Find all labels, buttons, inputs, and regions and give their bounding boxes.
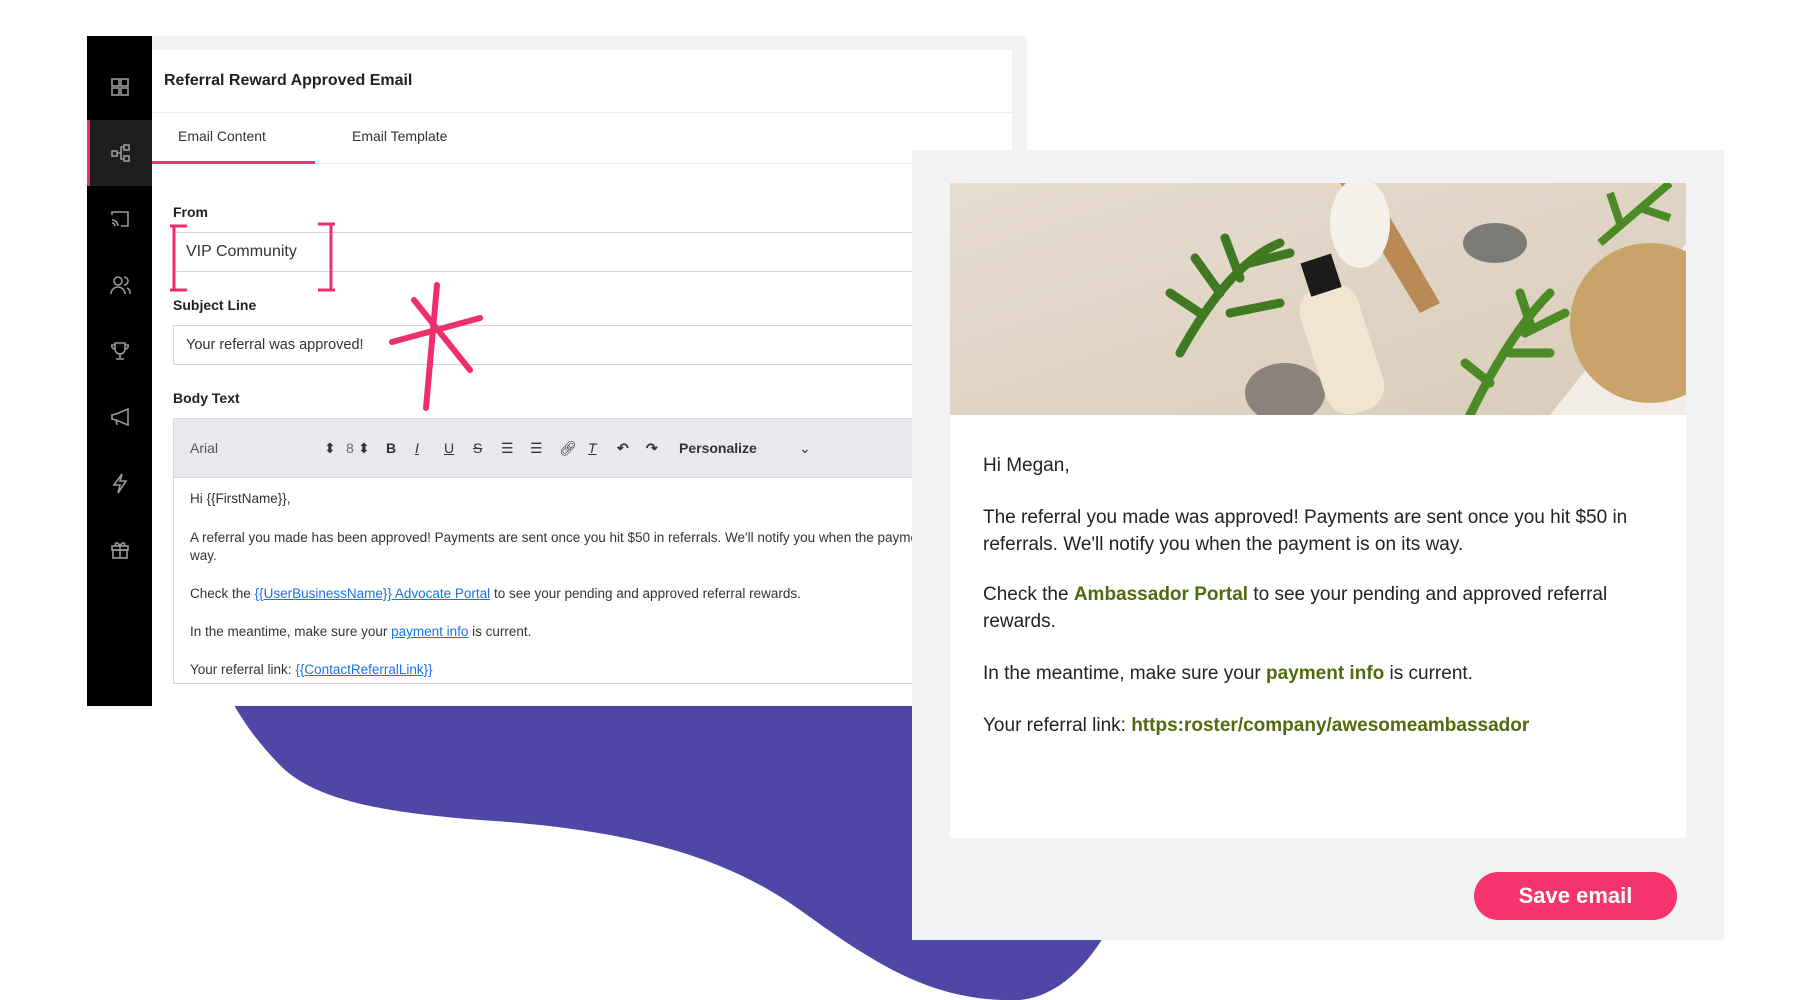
preview-greeting: Hi Megan, (983, 455, 1070, 476)
text: Your referral link: (983, 715, 1132, 736)
preview-paragraph-3: In the meantime, make sure your payment … (983, 660, 1663, 687)
preview-paragraph-1: The referral you made was approved! Paym… (983, 507, 1628, 555)
text: In the meantime, make sure your (983, 663, 1267, 684)
hero-image (950, 183, 1686, 415)
text: is current. (1384, 663, 1473, 684)
preview-paragraph-4: Your referral link: https:roster/company… (983, 712, 1663, 739)
referral-link[interactable]: https:roster/company/awesomeambassador (1131, 715, 1529, 736)
payment-info-link[interactable]: payment info (1266, 663, 1384, 684)
save-email-button[interactable]: Save email (1474, 872, 1677, 920)
text: Check the (983, 584, 1074, 605)
ambassador-portal-link[interactable]: Ambassador Portal (1074, 584, 1248, 605)
email-preview-card: Hi Megan, The referral you made was appr… (950, 183, 1686, 838)
preview-paragraph-2: Check the Ambassador Portal to see your … (983, 581, 1663, 635)
email-preview-panel: Hi Megan, The referral you made was appr… (912, 150, 1724, 940)
